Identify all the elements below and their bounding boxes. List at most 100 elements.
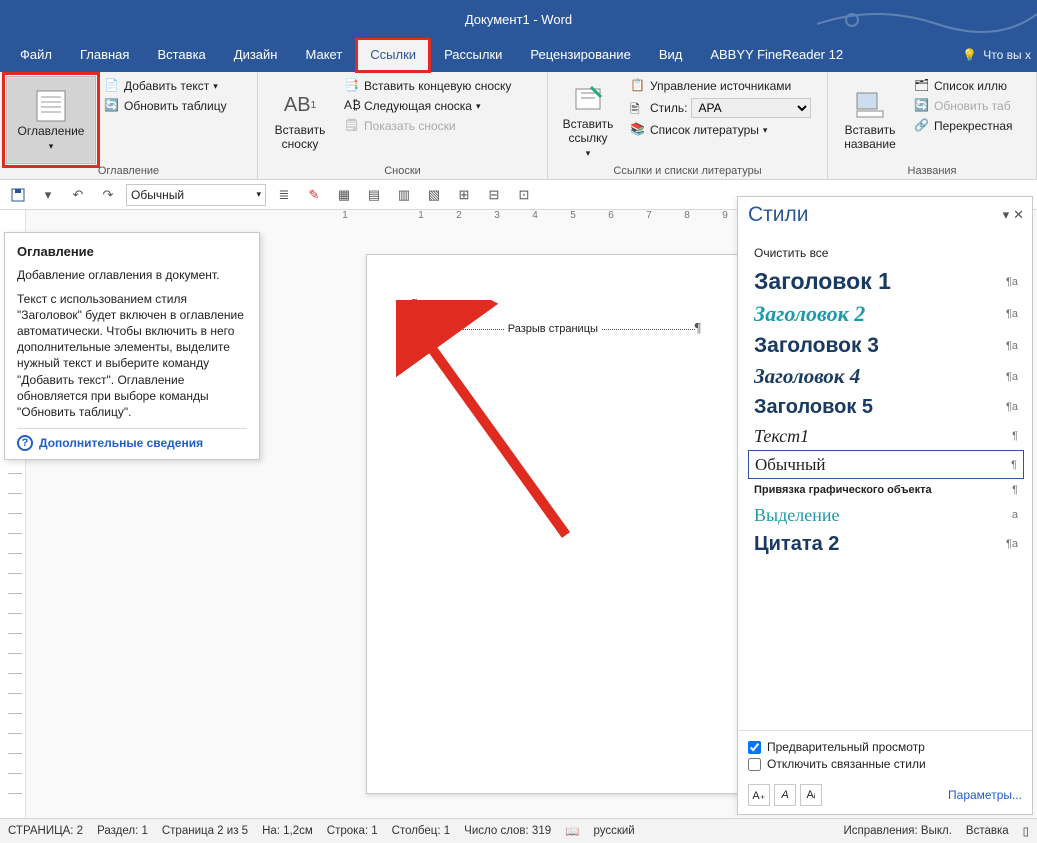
status-line[interactable]: Строка: 1 <box>327 825 378 837</box>
style-inspector-icon[interactable]: A <box>774 784 796 806</box>
style-item[interactable]: Привязка графического объекта¶ <box>748 479 1024 501</box>
style-item[interactable]: Выделениеa <box>748 501 1024 529</box>
status-section[interactable]: Раздел: 1 <box>97 825 148 837</box>
update-table-button[interactable]: 🔄 Обновить таблицу <box>102 96 229 116</box>
undo-icon[interactable]: ↶ <box>66 184 90 206</box>
save-icon[interactable] <box>6 184 30 206</box>
redo-icon[interactable]: ↷ <box>96 184 120 206</box>
tab-рецензирование[interactable]: Рецензирование <box>516 38 644 72</box>
tab-дизайн[interactable]: Дизайн <box>220 38 292 72</box>
insert-footnote-button[interactable]: AB1 Вставить сноску <box>264 76 336 164</box>
status-pageof[interactable]: Страница 2 из 5 <box>162 825 248 837</box>
show-notes-icon: 🗒 <box>344 118 360 134</box>
pane-close-icon[interactable]: ✕ <box>1013 207 1024 223</box>
status-insert[interactable]: Вставка <box>966 825 1009 837</box>
status-col[interactable]: Столбец: 1 <box>392 825 451 837</box>
sources-icon: 📋 <box>630 78 646 94</box>
toc-button[interactable]: Оглавление ▾ <box>6 76 96 164</box>
style-item[interactable]: Заголовок 2¶a <box>748 298 1024 330</box>
status-page[interactable]: СТРАНИЦА: 2 <box>8 825 83 837</box>
tab-вставка[interactable]: Вставка <box>143 38 219 72</box>
footnote-icon: AB1 <box>282 88 318 122</box>
manage-sources-button[interactable]: 📋Управление источниками <box>628 76 813 96</box>
style-item[interactable]: Цитата 2¶a <box>748 529 1024 559</box>
clear-all-style[interactable]: Очистить все <box>748 241 1024 265</box>
preview-checkbox[interactable]: Предварительный просмотр <box>748 740 1022 754</box>
tb-icon-3[interactable]: ▦ <box>332 184 356 206</box>
bulb-icon: 💡 <box>962 48 977 62</box>
proofing-icon[interactable]: 📖 <box>565 824 579 838</box>
pane-options-icon[interactable]: ▾ <box>1003 207 1010 223</box>
style-combo[interactable]: Обычный▾ <box>126 184 266 206</box>
citation-icon <box>570 82 606 116</box>
bibliography-button[interactable]: 📚Список литературы ▾ <box>628 120 813 140</box>
status-track[interactable]: Исправления: Выкл. <box>844 825 952 837</box>
style-item[interactable]: Заголовок 1¶a <box>748 265 1024 298</box>
add-text-icon: 📄 <box>104 78 120 94</box>
macro-icon[interactable]: ▯ <box>1023 824 1029 838</box>
tell-me[interactable]: 💡Что вы х <box>962 48 1031 62</box>
insert-caption-button[interactable]: Вставить название <box>834 76 906 164</box>
citation-style-row[interactable]: 🖹 Стиль: APA <box>628 96 813 120</box>
tb-icon-8[interactable]: ⊟ <box>482 184 506 206</box>
tb-icon-1[interactable]: ≣ <box>272 184 296 206</box>
new-style-icon[interactable]: A₊ <box>748 784 770 806</box>
figures-list-button[interactable]: 🗂Список иллю <box>912 76 1015 96</box>
help-icon: ? <box>17 435 33 451</box>
show-footnotes-button: 🗒Показать сноски <box>342 116 513 136</box>
crossref-icon: 🔗 <box>914 118 930 134</box>
disable-linked-checkbox[interactable]: Отключить связанные стили <box>748 757 1022 771</box>
style-item[interactable]: Заголовок 5¶a <box>748 392 1024 422</box>
caption-icon <box>852 88 888 122</box>
manage-styles-icon[interactable]: Aᵢ <box>800 784 822 806</box>
captions-group-label: Названия <box>834 164 1030 177</box>
styles-pane-title: Стили <box>748 203 809 227</box>
style-item[interactable]: Обычный¶ <box>748 450 1024 479</box>
ribbon: Оглавление ▾ 📄 Добавить текст ▾ 🔄 Обнови… <box>0 72 1037 180</box>
tab-abbyy finereader 12[interactable]: ABBYY FineReader 12 <box>696 38 857 72</box>
tab-вид[interactable]: Вид <box>645 38 697 72</box>
insert-endnote-button[interactable]: 📑Вставить концевую сноску <box>342 76 513 96</box>
update-icon: 🔄 <box>914 98 930 114</box>
add-text-button[interactable]: 📄 Добавить текст ▾ <box>102 76 229 96</box>
tb-icon-2[interactable]: ✎ <box>302 184 326 206</box>
style-item[interactable]: Заголовок 3¶a <box>748 330 1024 361</box>
tooltip-more-link[interactable]: ? Дополнительные сведения <box>17 428 247 451</box>
tb-icon-4[interactable]: ▤ <box>362 184 386 206</box>
pilcrow-icon: ¶ <box>695 321 701 337</box>
toc-button-label: Оглавление <box>18 125 85 139</box>
tooltip-p1: Добавление оглавления в документ. <box>17 267 247 283</box>
endnote-icon: 📑 <box>344 78 360 94</box>
styles-pane: Стили ▾ ✕ Очистить все Заголовок 1¶aЗаго… <box>737 196 1033 815</box>
tooltip-title: Оглавление <box>17 243 247 261</box>
status-lang[interactable]: русский <box>593 825 634 837</box>
cross-reference-button[interactable]: 🔗Перекрестная <box>912 116 1015 136</box>
citations-group-label: Ссылки и списки литературы <box>554 164 821 177</box>
status-bar: СТРАНИЦА: 2 Раздел: 1 Страница 2 из 5 На… <box>0 818 1037 843</box>
style-item[interactable]: Заголовок 4¶a <box>748 361 1024 392</box>
status-at[interactable]: На: 1,2см <box>262 825 313 837</box>
page[interactable]: ¶ Разрыв страницы ¶ <box>366 254 746 794</box>
bibliography-icon: 📚 <box>630 122 646 138</box>
tb-icon-9[interactable]: ⊡ <box>512 184 536 206</box>
tb-icon-6[interactable]: ▧ <box>422 184 446 206</box>
tab-главная[interactable]: Главная <box>66 38 143 72</box>
toc-icon <box>33 89 69 123</box>
page-break-indicator: Разрыв страницы ¶ <box>411 321 701 337</box>
refresh-icon: 🔄 <box>104 98 120 114</box>
tab-ссылки[interactable]: Ссылки <box>356 38 430 72</box>
window-title: Документ1 - Word <box>465 12 572 27</box>
next-footnote-icon: A₿ <box>344 98 360 114</box>
tab-файл[interactable]: Файл <box>6 38 66 72</box>
tb-icon-7[interactable]: ⊞ <box>452 184 476 206</box>
next-footnote-button[interactable]: A₿Следующая сноска ▾ <box>342 96 513 116</box>
print-icon[interactable]: ▾ <box>36 184 60 206</box>
status-words[interactable]: Число слов: 319 <box>464 825 551 837</box>
citation-style-select[interactable]: APA <box>691 98 811 118</box>
tab-рассылки[interactable]: Рассылки <box>430 38 516 72</box>
insert-citation-button[interactable]: Вставить ссылку▾ <box>554 76 622 164</box>
style-item[interactable]: Текст1¶ <box>748 422 1024 450</box>
styles-options-link[interactable]: Параметры... <box>948 788 1022 802</box>
tab-макет[interactable]: Макет <box>291 38 356 72</box>
tb-icon-5[interactable]: ▥ <box>392 184 416 206</box>
